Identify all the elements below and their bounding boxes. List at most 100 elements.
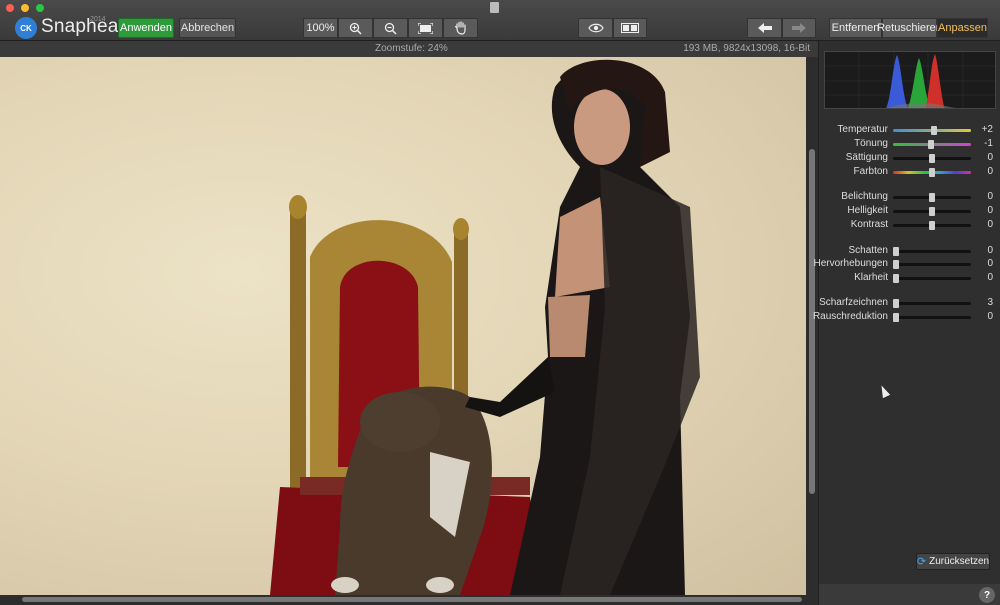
adjust-value: 3	[987, 297, 993, 308]
adjust-row-3: Farbton 0	[819, 166, 1000, 180]
document-icon	[490, 2, 499, 13]
adjust-label: Tönung	[854, 138, 888, 149]
adjust-value: 0	[987, 245, 993, 256]
adjust-label: Schatten	[848, 245, 888, 256]
adjust-row-2: Sättigung 0	[819, 152, 1000, 166]
adjust-slider-thumb[interactable]	[893, 247, 899, 256]
info-bar: Zoomstufe: 24% 193 MB, 9824x13098, 16-Bi…	[0, 41, 818, 57]
adjust-slider-track[interactable]	[893, 126, 971, 135]
adjust-slider-track[interactable]	[893, 168, 971, 177]
reset-button[interactable]: ⟳ Zurücksetzen	[916, 553, 990, 570]
adjust-row-5: Helligkeit 0	[819, 205, 1000, 219]
undo-button[interactable]	[747, 18, 782, 38]
tab-retuschieren[interactable]: Retuschieren	[877, 18, 942, 38]
adjust-label: Temperatur	[837, 124, 888, 135]
hand-icon	[454, 21, 466, 35]
zoom-out-icon	[384, 22, 397, 35]
adjust-label: Belichtung	[841, 191, 888, 202]
adjust-row-6: Kontrast 0	[819, 219, 1000, 233]
adjust-label: Klarheit	[854, 272, 888, 283]
app-year: 2014	[90, 16, 106, 23]
minimize-window-button[interactable]	[21, 4, 29, 12]
adjust-slider-thumb[interactable]	[929, 193, 935, 202]
adjust-slider-track[interactable]	[893, 207, 971, 216]
adjust-value: 0	[987, 219, 993, 230]
adjust-row-7: Schatten 0	[819, 245, 1000, 259]
help-button[interactable]: ?	[979, 587, 995, 603]
split-view-button[interactable]	[613, 18, 647, 38]
panel-footer: ?	[819, 584, 1000, 605]
adjust-value: 0	[987, 258, 993, 269]
adjust-slider-thumb[interactable]	[928, 140, 935, 149]
adjust-slider-thumb[interactable]	[893, 274, 899, 283]
adjust-slider-thumb[interactable]	[930, 126, 937, 135]
tab-entfernen[interactable]: Entfernen	[829, 18, 882, 38]
adjust-row-4: Belichtung 0	[819, 191, 1000, 205]
adjust-slider-track[interactable]	[893, 154, 971, 163]
horizontal-scrollbar[interactable]	[0, 595, 818, 605]
histogram	[824, 51, 996, 109]
reset-button-label: Zurücksetzen	[929, 556, 990, 567]
adjust-slider-track[interactable]	[893, 313, 971, 322]
adjust-slider-track[interactable]	[893, 274, 971, 283]
adjust-row-0: Temperatur +2	[819, 124, 1000, 138]
adjust-slider-track[interactable]	[893, 247, 971, 256]
app-logo-badge: CK	[15, 17, 37, 39]
adjust-slider-thumb[interactable]	[929, 207, 935, 216]
adjust-label: Helligkeit	[847, 205, 888, 216]
adjust-label: Farbton	[853, 166, 888, 177]
adjust-label: Sättigung	[845, 152, 888, 163]
adjust-value: 0	[987, 166, 993, 177]
adjust-panel: Temperatur +2 Tönung -1 Sättigung 0 Farbton 0 Be…	[813, 41, 1000, 605]
tab-anpassen[interactable]: Anpassen	[937, 18, 988, 38]
adjust-row-9: Klarheit 0	[819, 272, 1000, 286]
photo	[270, 59, 700, 595]
split-view-icon	[621, 23, 639, 33]
adjust-value: 0	[987, 205, 993, 216]
adjust-row-11: Rauschreduktion 0	[813, 311, 1000, 325]
adjust-label: Rauschreduktion	[812, 311, 888, 322]
zoom-level-text: Zoomstufe: 24%	[375, 43, 448, 54]
adjust-value: 0	[987, 152, 993, 163]
adjust-value: 0	[987, 272, 993, 283]
close-window-button[interactable]	[6, 4, 14, 12]
adjust-slider-track[interactable]	[893, 299, 971, 308]
zoom-out-button[interactable]	[373, 18, 408, 38]
adjust-slider-track[interactable]	[893, 221, 971, 230]
zoom-in-button[interactable]	[338, 18, 373, 38]
preview-toggle-button[interactable]	[578, 18, 613, 38]
fit-to-screen-button[interactable]	[408, 18, 443, 38]
apply-button[interactable]: Anwenden	[118, 18, 174, 38]
refresh-icon: ⟳	[916, 556, 927, 568]
adjust-slider-track[interactable]	[893, 260, 971, 269]
adjust-row-10: Scharfzeichnen 3	[819, 297, 1000, 311]
fit-screen-icon	[418, 22, 433, 34]
adjust-slider-thumb[interactable]	[893, 260, 899, 269]
toolbar: CK Snapheal 2014 Anwenden Abbrechen 100%	[0, 0, 1000, 41]
horizontal-scroll-thumb[interactable]	[22, 597, 802, 602]
adjust-value: 0	[987, 191, 993, 202]
adjust-slider-thumb[interactable]	[893, 299, 899, 308]
adjust-slider-thumb[interactable]	[929, 154, 935, 163]
zoom-window-button[interactable]	[36, 4, 44, 12]
adjust-row-1: Tönung -1	[819, 138, 1000, 152]
cancel-button[interactable]: Abbrechen	[179, 18, 236, 38]
file-info-text: 193 MB, 9824x13098, 16-Bit	[683, 43, 810, 54]
app-name: Snapheal	[41, 16, 123, 37]
hand-tool-button[interactable]	[443, 18, 478, 38]
adjust-value: +2	[981, 124, 993, 135]
adjust-label: Hervorhebungen	[813, 258, 889, 269]
redo-button[interactable]	[782, 18, 816, 38]
adjust-label: Scharfzeichnen	[819, 297, 888, 308]
adjust-slider-track[interactable]	[893, 140, 971, 149]
adjust-slider-thumb[interactable]	[893, 313, 899, 322]
zoom-100-button[interactable]: 100%	[303, 18, 338, 38]
adjust-slider-thumb[interactable]	[929, 168, 935, 177]
image-canvas[interactable]	[0, 57, 806, 595]
undo-arrow-icon	[757, 23, 772, 33]
vertical-scrollbar[interactable]	[806, 57, 818, 595]
adjust-row-8: Hervorhebungen 0	[814, 258, 1000, 272]
redo-arrow-icon	[792, 23, 806, 33]
adjust-slider-thumb[interactable]	[929, 221, 935, 230]
adjust-slider-track[interactable]	[893, 193, 971, 202]
